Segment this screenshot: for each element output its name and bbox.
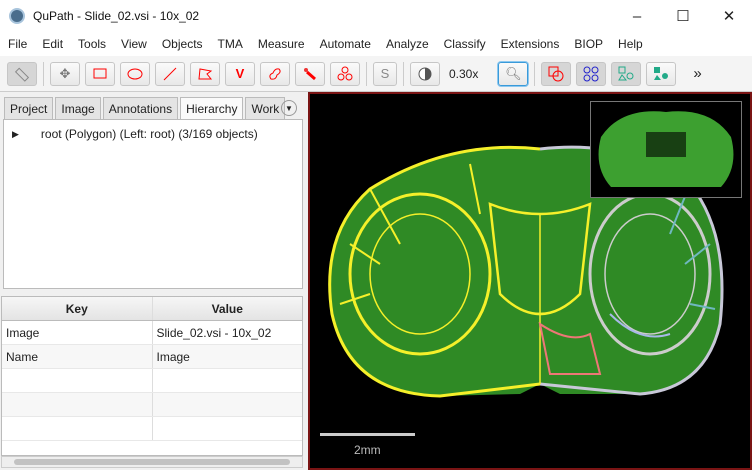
ellipse-icon <box>127 68 143 79</box>
polyline-tool-button[interactable]: V <box>225 61 255 86</box>
menu-edit[interactable]: Edit <box>42 37 63 51</box>
maximize-button[interactable]: ☐ <box>660 0 706 32</box>
polygon-icon <box>198 67 213 79</box>
move-tool-button[interactable]: ✥ <box>50 61 80 86</box>
fill-detections-button[interactable] <box>646 61 677 86</box>
move-icon: ✥ <box>59 65 71 81</box>
toolbar: ✥ V S 0.30x 🔍︎ » <box>0 56 752 92</box>
zoom-level: 0.30x <box>449 66 479 81</box>
menu-view[interactable]: View <box>121 37 147 51</box>
tab-overflow-button[interactable]: ▼ <box>281 100 297 116</box>
ruler-icon <box>14 67 30 82</box>
table-row-empty <box>2 393 302 417</box>
tab-image[interactable]: Image <box>55 97 101 119</box>
menu-extensions[interactable]: Extensions <box>501 37 560 51</box>
column-header-key[interactable]: Key <box>2 297 153 320</box>
brush-tool-button[interactable] <box>260 61 290 86</box>
menu-objects[interactable]: Objects <box>162 37 203 51</box>
expand-arrow-icon[interactable]: ▶ <box>12 129 19 140</box>
tab-annotations[interactable]: Annotations <box>102 97 179 119</box>
minimize-button[interactable]: – <box>614 0 660 32</box>
toolbar-overflow-button[interactable]: » <box>693 65 701 82</box>
table-row[interactable]: Name Image <box>2 345 302 369</box>
tree-item-root[interactable]: ▶ root (Polygon) (Left: root) (3/169 obj… <box>12 127 258 141</box>
close-button[interactable]: ✕ <box>706 0 752 32</box>
brush-icon <box>269 67 281 80</box>
menu-biop[interactable]: BIOP <box>574 37 603 51</box>
menu-measure[interactable]: Measure <box>258 37 305 51</box>
title-bar: QuPath - Slide_02.vsi - 10x_02 – ☐ ✕ <box>0 0 752 32</box>
scale-bar-label: 2mm <box>354 443 381 457</box>
fill-detections-icon <box>654 66 669 80</box>
zoom-to-fit-button[interactable]: 🔍︎ <box>498 61 529 86</box>
menu-tools[interactable]: Tools <box>78 37 106 51</box>
points-tool-button[interactable] <box>330 61 360 86</box>
points-icon <box>337 66 353 80</box>
overview-brain-icon <box>598 111 734 187</box>
window-title: QuPath - Slide_02.vsi - 10x_02 <box>33 9 200 23</box>
annotations-icon <box>548 66 564 81</box>
table-row[interactable]: Image Slide_02.vsi - 10x_02 <box>2 321 302 345</box>
cell-value: Image <box>156 349 190 364</box>
show-detections-button[interactable] <box>611 61 642 86</box>
scale-bar <box>320 433 415 436</box>
overview-thumbnail[interactable] <box>590 101 742 198</box>
tab-workflow[interactable]: Work <box>245 97 286 119</box>
rectangle-icon <box>93 68 107 78</box>
hierarchy-tree: ▶ root (Polygon) (Left: root) (3/169 obj… <box>3 119 303 289</box>
wand-icon <box>304 67 316 80</box>
line-tool-button[interactable] <box>155 61 185 86</box>
menu-automate[interactable]: Automate <box>320 37 371 51</box>
detections-icon <box>618 66 634 80</box>
cell-key: Name <box>2 345 153 368</box>
menu-help[interactable]: Help <box>618 37 643 51</box>
menu-file[interactable]: File <box>8 37 27 51</box>
left-panel: Project Image Annotations Hierarchy Work… <box>0 92 306 470</box>
show-annotations-button[interactable] <box>541 61 572 86</box>
qupath-logo-icon <box>9 8 25 24</box>
menu-bar: File Edit Tools View Objects TMA Measure… <box>0 32 752 56</box>
table-row-empty <box>2 369 302 393</box>
magnifier-icon: 🔍︎ <box>505 65 522 81</box>
measurement-table: Key Value Image Slide_02.vsi - 10x_02 Nam… <box>1 296 303 456</box>
ruler-tool-button[interactable] <box>7 61 37 86</box>
cell-value: Slide_02.vsi - 10x_02 <box>156 325 272 340</box>
selection-mode-button[interactable]: S <box>373 61 397 86</box>
polyline-icon: V <box>235 66 245 81</box>
column-header-value[interactable]: Value <box>153 297 303 320</box>
tma-grid-icon <box>583 66 599 81</box>
image-viewer[interactable]: 2mm <box>308 92 752 470</box>
tab-project[interactable]: Project <box>4 97 54 119</box>
tab-hierarchy[interactable]: Hierarchy <box>180 97 244 119</box>
chevron-down-icon: ▼ <box>285 103 293 113</box>
ellipse-tool-button[interactable] <box>120 61 150 86</box>
table-row-empty <box>2 417 302 441</box>
show-tma-grid-button[interactable] <box>576 61 607 86</box>
line-icon <box>163 67 177 80</box>
cell-key: Image <box>2 321 153 344</box>
menu-tma[interactable]: TMA <box>218 37 243 51</box>
menu-classify[interactable]: Classify <box>444 37 486 51</box>
wand-tool-button[interactable] <box>295 61 325 86</box>
horizontal-scrollbar[interactable] <box>1 456 303 468</box>
menu-analyze[interactable]: Analyze <box>386 37 429 51</box>
rectangle-tool-button[interactable] <box>85 61 115 86</box>
tree-item-label: root (Polygon) (Left: root) (3/169 objec… <box>40 127 258 141</box>
polygon-tool-button[interactable] <box>190 61 220 86</box>
brightness-contrast-button[interactable] <box>410 61 440 86</box>
contrast-icon <box>418 67 432 80</box>
